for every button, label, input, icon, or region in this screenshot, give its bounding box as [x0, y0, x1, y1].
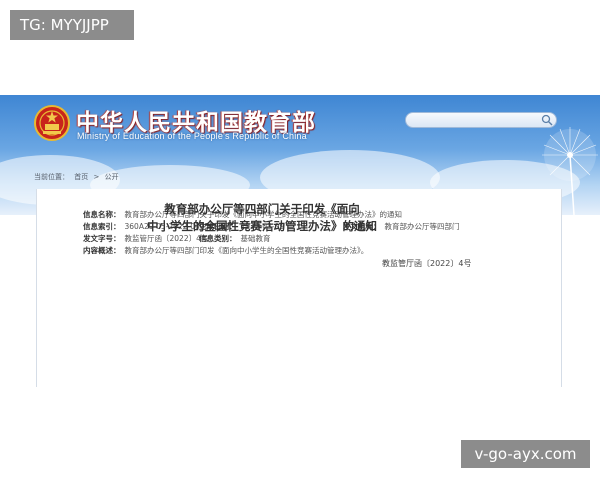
watermark-label: v-go-ayx.com: [461, 440, 590, 468]
site-title-en: Ministry of Education of the People's Re…: [77, 131, 307, 141]
top-tag-label: TG: MYYJJPP: [10, 10, 134, 40]
meta-summary-label: 内容概述：: [83, 246, 121, 255]
document-title-line2: 中小学生的全国性竞赛活动管理办法》的通知: [147, 219, 377, 233]
national-emblem-icon: [34, 105, 70, 141]
search-input[interactable]: [405, 112, 557, 128]
meta-row-summary: 内容概述： 教育部办公厅等四部门印发《面向中小学生的全国性竞赛活动管理办法》。: [83, 245, 523, 257]
breadcrumb-current-link[interactable]: 公开: [105, 173, 119, 181]
document-title-line1: 教育部办公厅等四部门关于印发《面向: [164, 202, 360, 216]
breadcrumb: 当前位置： 首页 > 公开: [34, 172, 122, 182]
website-screenshot: 中华人民共和国教育部 Ministry of Education of the …: [0, 95, 600, 387]
breadcrumb-label: 当前位置：: [34, 173, 69, 181]
document-number: 教监管厅函〔2022〕4号: [382, 259, 472, 268]
meta-summary-value: 教育部办公厅等四部门印发《面向中小学生的全国性竞赛活动管理办法》。: [124, 246, 369, 255]
document-title: 教育部办公厅等四部门关于印发《面向 中小学生的全国性竞赛活动管理办法》的通知: [0, 201, 524, 235]
page: TG: MYYJJPP 中华人民共和国教育部 Ministry of Educa…: [0, 0, 600, 480]
breadcrumb-separator: >: [93, 173, 100, 181]
breadcrumb-home-link[interactable]: 首页: [74, 173, 88, 181]
